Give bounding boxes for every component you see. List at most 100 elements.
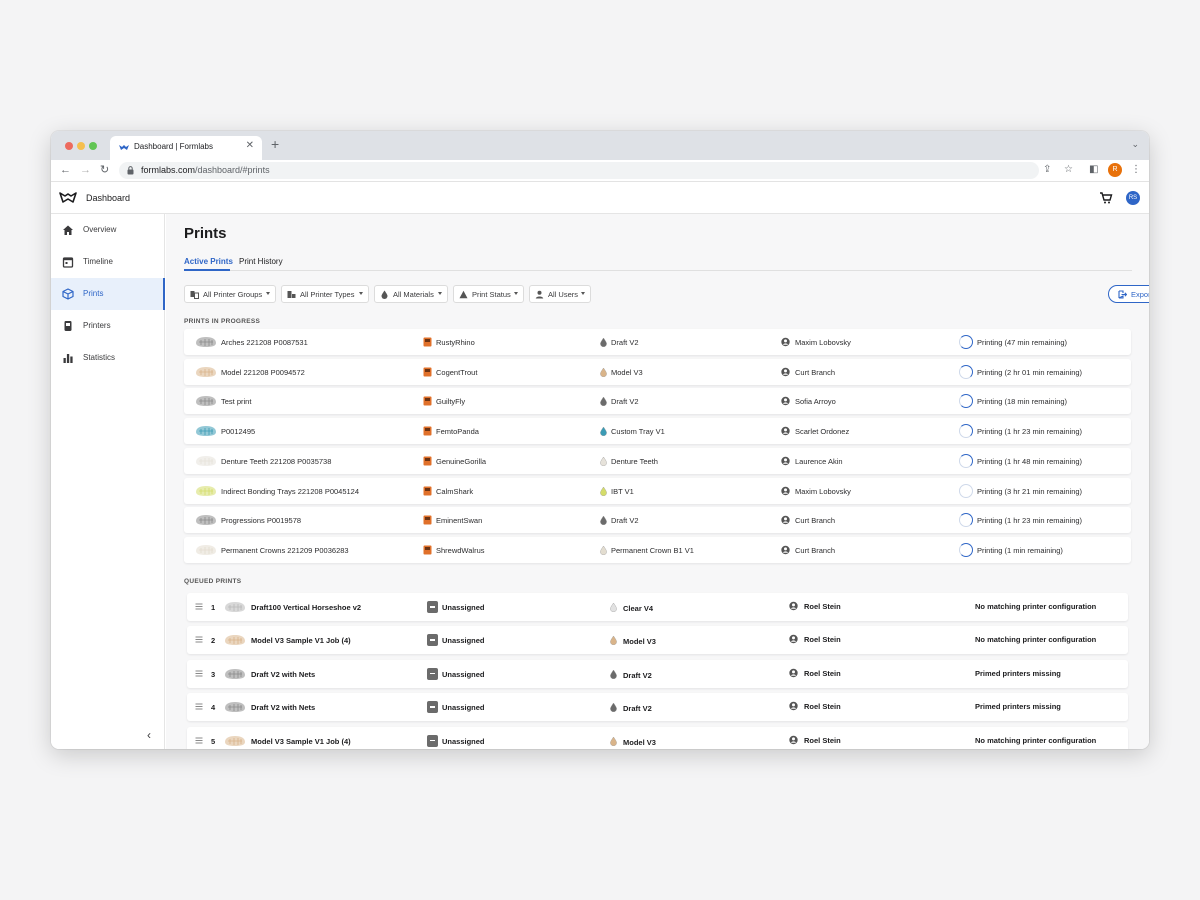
- print-name: Draft V2 with Nets: [251, 669, 316, 679]
- sidebar-item-label: Printers: [83, 321, 111, 330]
- export-icon: [1118, 290, 1127, 299]
- prints-in-progress-heading: PRINTS IN PROGRESS: [184, 318, 261, 325]
- progress-ring-icon: [959, 335, 973, 349]
- print-thumbnail-icon: [225, 702, 245, 713]
- tab-print-history[interactable]: Print History: [239, 257, 283, 266]
- material-drop-icon: [610, 736, 617, 746]
- filter-printer-groups[interactable]: All Printer Groups: [184, 285, 276, 303]
- formlabs-butterfly-logo-icon[interactable]: [59, 191, 77, 205]
- queued-print-row[interactable]: 5 Model V3 Sample V1 Job (4) Unassigned Mod…: [187, 726, 1128, 749]
- printer-name: Unassigned: [442, 703, 485, 713]
- user-name: Roel Stein: [804, 702, 841, 712]
- sidebar-item-label: Timeline: [83, 257, 113, 266]
- progress-ring-icon: [959, 394, 973, 409]
- print-row[interactable]: Arches 221208 P0087531 RustyRhino Draft V2…: [184, 329, 1131, 355]
- filter-print-status[interactable]: Print Status: [453, 285, 524, 303]
- minimize-window-button[interactable]: [77, 142, 85, 150]
- print-row[interactable]: Model 221208 P0094572 CogentTrout Model V3…: [184, 358, 1131, 385]
- tab-active-prints[interactable]: Active Prints: [184, 257, 233, 266]
- user-circle-icon: [781, 367, 790, 376]
- queue-status: Primed printers missing: [975, 668, 1061, 678]
- filter-materials[interactable]: All Materials: [374, 285, 448, 303]
- progress-ring-icon: [959, 424, 973, 439]
- user-name: Scarlet Ordonez: [795, 427, 850, 437]
- print-status: Printing (47 min remaining): [977, 338, 1068, 347]
- new-tab-button[interactable]: +: [271, 137, 279, 151]
- print-name: Permanent Crowns 221209 P0036283: [221, 545, 349, 555]
- print-status: Printing (2 hr 01 min remaining): [977, 367, 1083, 377]
- sidebar-item-statistics[interactable]: Statistics: [51, 342, 165, 374]
- formlabs-logo-icon: [119, 145, 129, 150]
- cart-icon[interactable]: [1099, 191, 1113, 205]
- browser-tab[interactable]: Dashboard | Formlabs ✕: [110, 136, 262, 160]
- chevron-down-icon: [581, 292, 585, 295]
- export-data-button[interactable]: Export Data: [1108, 285, 1149, 303]
- close-window-button[interactable]: [65, 142, 73, 150]
- user-avatar[interactable]: RS: [1126, 191, 1140, 205]
- queued-print-row[interactable]: 1 Draft100 Vertical Horseshoe v2 Unassigne…: [187, 593, 1128, 621]
- sidebar-item-prints[interactable]: Prints: [51, 278, 165, 310]
- queued-print-row[interactable]: 2 Model V3 Sample V1 Job (4) Unassigned Mod…: [187, 626, 1128, 655]
- printer-icon: [423, 337, 432, 347]
- reload-icon[interactable]: ↻: [100, 163, 109, 177]
- user-name: Maxim Lobovsky: [795, 486, 851, 496]
- progress-ring-icon: [959, 364, 973, 379]
- material-drop-icon: [610, 702, 617, 713]
- side-panel-icon[interactable]: ◧: [1089, 164, 1098, 176]
- material-name: Draft V2: [611, 516, 639, 526]
- print-row[interactable]: Progressions P0019578 EminentSwan Draft V2…: [184, 507, 1131, 534]
- printer-icon: [64, 321, 72, 331]
- sidebar-item-printers[interactable]: Printers: [51, 310, 165, 342]
- printer-icon: [423, 426, 432, 436]
- printer-name: Unassigned: [442, 736, 485, 746]
- url-text: formlabs.com/dashboard/#prints: [141, 165, 270, 175]
- page-title: Prints: [184, 225, 227, 242]
- print-row[interactable]: Test print GuiltyFly Draft V2 Sofia Arroyo P…: [184, 388, 1131, 415]
- printer-group-icon: [190, 291, 199, 299]
- user-name: Laurence Akin: [795, 456, 843, 466]
- user-name: Maxim Lobovsky: [795, 338, 851, 347]
- sidebar-item-label: Overview: [83, 225, 117, 234]
- maximize-window-button[interactable]: [89, 142, 97, 150]
- forward-arrow-icon[interactable]: →: [80, 163, 91, 177]
- back-arrow-icon[interactable]: ←: [60, 163, 71, 177]
- chevron-down-icon: [266, 292, 270, 295]
- print-thumbnail-icon: [196, 485, 216, 496]
- queued-print-row[interactable]: 3 Draft V2 with Nets Unassigned Draft V2 Roe…: [187, 659, 1128, 688]
- sidebar-item-overview[interactable]: Overview: [51, 214, 165, 246]
- user-name: Roel Stein: [804, 602, 841, 611]
- printer-name: GenuineGorilla: [436, 456, 487, 466]
- chevron-down-icon: [438, 292, 442, 295]
- printer-icon: [423, 545, 432, 555]
- drag-handle-icon: [195, 636, 203, 643]
- browser-menu-icon[interactable]: ⋮: [1131, 164, 1141, 176]
- print-name: Test print: [221, 397, 252, 407]
- bookmark-star-icon[interactable]: ☆: [1064, 164, 1073, 176]
- queued-print-row[interactable]: 4 Draft V2 with Nets Unassigned Draft V2 Roe…: [187, 693, 1128, 722]
- material-name: IBT V1: [611, 486, 634, 496]
- print-row[interactable]: P0012495 FemtoPanda Custom Tray V1 Scarlet …: [184, 418, 1131, 445]
- share-icon[interactable]: ⇪: [1043, 164, 1051, 176]
- calendar-icon: [62, 257, 74, 268]
- print-row[interactable]: Denture Teeth 221208 P0035738 GenuineGori…: [184, 447, 1131, 474]
- material-drop-icon: [600, 545, 607, 555]
- filter-printer-types[interactable]: All Printer Types: [281, 285, 369, 303]
- address-bar[interactable]: formlabs.com/dashboard/#prints: [119, 162, 1039, 179]
- printer-name: RustyRhino: [436, 338, 475, 347]
- collapse-sidebar-chevron-icon[interactable]: ‹: [147, 728, 151, 742]
- close-tab-icon[interactable]: ✕: [246, 140, 254, 151]
- printer-icon: [423, 456, 432, 466]
- printer-icon: [423, 486, 432, 495]
- print-name: Arches 221208 P0087531: [221, 338, 308, 347]
- tab-title: Dashboard | Formlabs: [134, 142, 213, 151]
- sidebar-item-timeline[interactable]: Timeline: [51, 246, 165, 278]
- print-row[interactable]: Permanent Crowns 221209 P0036283 ShrewdWa…: [184, 536, 1131, 563]
- browser-profile-avatar[interactable]: R: [1108, 163, 1122, 177]
- print-row[interactable]: Indirect Bonding Trays 221208 P0045124 Ca…: [184, 477, 1131, 504]
- material-drop-icon: [610, 636, 617, 646]
- printer-name: CogentTrout: [436, 367, 478, 377]
- filter-users[interactable]: All Users: [529, 285, 591, 303]
- tab-search-icon[interactable]: ⌄: [1131, 139, 1139, 150]
- material-drop-icon: [600, 367, 607, 377]
- print-thumbnail-icon: [196, 544, 216, 555]
